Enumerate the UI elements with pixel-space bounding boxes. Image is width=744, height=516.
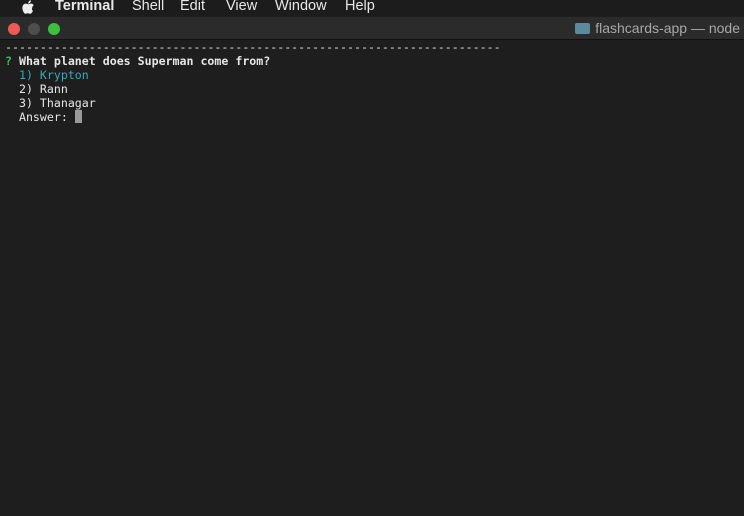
menu-window[interactable]: Window — [275, 0, 327, 14]
zoom-button[interactable] — [48, 23, 60, 35]
window-titlebar: flashcards-app — node — [0, 17, 744, 40]
menu-view[interactable]: View — [226, 0, 257, 14]
answer-label: Answer: — [18, 110, 75, 124]
menu-shell[interactable]: Shell — [132, 0, 164, 14]
menu-edit[interactable]: Edit — [180, 0, 205, 14]
window-title: flashcards-app — node — [575, 20, 740, 36]
menu-bar: Terminal Shell Edit View Window Help — [0, 0, 744, 16]
option-2: 2) Rann — [18, 82, 68, 96]
menu-terminal[interactable]: Terminal — [55, 0, 114, 14]
option-3: 3) Thanagar — [18, 96, 96, 110]
window-title-text: flashcards-app — node — [595, 20, 740, 36]
menu-help[interactable]: Help — [345, 0, 375, 14]
folder-icon — [575, 22, 591, 34]
prompt-mark: ? — [5, 54, 12, 68]
text-cursor — [74, 110, 82, 123]
question-text: What planet does Superman come from? — [18, 54, 271, 68]
separator-line: ----------------------------------------… — [5, 40, 501, 54]
terminal-output[interactable]: ----------------------------------------… — [5, 40, 501, 124]
apple-icon[interactable] — [21, 0, 35, 15]
close-button[interactable] — [8, 23, 20, 35]
minimize-button[interactable] — [28, 23, 40, 35]
option-1: 1) Krypton — [18, 68, 89, 82]
